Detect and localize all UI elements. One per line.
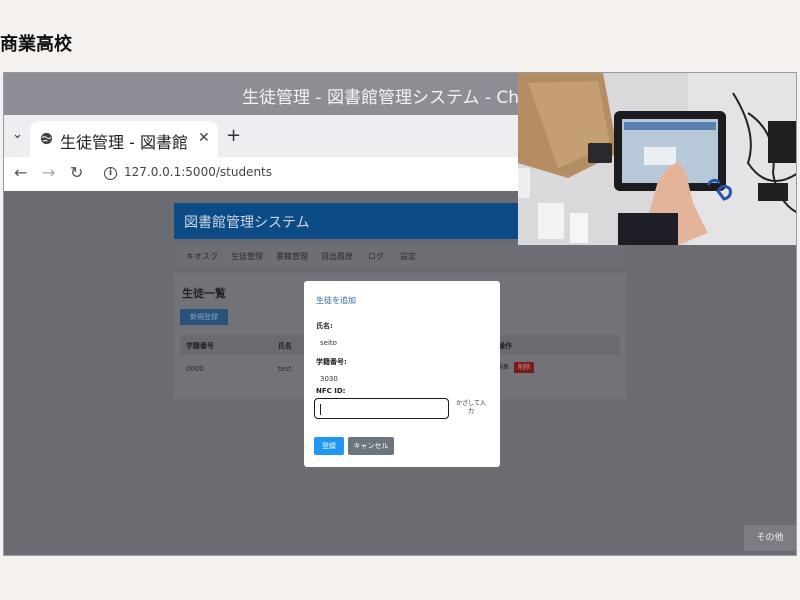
tab-title: 生徒管理 - 図書館 bbox=[60, 133, 188, 152]
app-nav: キオスク 生徒管理 書籍管理 貸出履歴 ログ 設定 bbox=[174, 245, 626, 267]
browser-tab-active[interactable]: 生徒管理 - 図書館 ✕ bbox=[30, 121, 218, 157]
app-title: 図書館管理システム bbox=[184, 215, 310, 231]
nav-item-logs[interactable]: ログ bbox=[368, 251, 384, 262]
nav-item-books[interactable]: 書籍管理 bbox=[276, 251, 308, 262]
tab-search-chevron-icon[interactable]: ⌄ bbox=[12, 127, 23, 142]
nav-item-loans[interactable]: 貸出履歴 bbox=[321, 251, 353, 262]
add-student-modal: 生徒を追加 氏名: seito 学籍番号: 3030 NFC ID: かざして入… bbox=[304, 281, 500, 467]
cancel-button[interactable]: キャンセル bbox=[348, 437, 394, 455]
window-title: 生徒管理 - 図書館管理システム - Chro bbox=[242, 88, 537, 108]
back-arrow-icon[interactable]: ← bbox=[14, 163, 27, 182]
page-title: 生徒一覧 bbox=[182, 287, 226, 300]
camera-inset bbox=[518, 73, 796, 245]
window-title-bar: 生徒管理 - 図書館管理システム - Chro bbox=[4, 73, 536, 115]
modal-title: 生徒を追加 bbox=[316, 296, 356, 305]
column-header-actions: 操作 bbox=[498, 342, 512, 350]
other-button[interactable]: その他 bbox=[744, 525, 796, 551]
address-bar: ← → ↻ i 127.0.0.1:5000/students bbox=[4, 157, 518, 191]
name-field[interactable]: seito bbox=[320, 339, 337, 347]
camera-photo bbox=[518, 73, 796, 245]
reload-icon[interactable]: ↻ bbox=[70, 163, 83, 182]
submit-button[interactable]: 登録 bbox=[314, 437, 344, 455]
nav-item-students[interactable]: 生徒管理 bbox=[231, 251, 263, 262]
nfc-id-input[interactable] bbox=[314, 398, 449, 419]
forward-arrow-icon[interactable]: → bbox=[42, 163, 55, 182]
text-caret bbox=[320, 404, 321, 415]
row-student-id: 0000 bbox=[186, 365, 204, 373]
name-label: 氏名: bbox=[316, 322, 333, 330]
register-student-button[interactable]: 新規登録 bbox=[180, 309, 228, 325]
column-header-id: 学籍番号 bbox=[186, 342, 214, 350]
new-tab-icon[interactable]: + bbox=[226, 125, 241, 146]
globe-icon bbox=[40, 132, 53, 145]
delete-button[interactable]: 削除 bbox=[514, 362, 534, 373]
column-header-name: 氏名 bbox=[278, 342, 292, 350]
tap-to-input-button[interactable]: かざして入力 bbox=[454, 400, 488, 416]
screen-recording-frame: 生徒管理 - 図書館管理システム - Chro ⌄ 生徒管理 - 図書館 ✕ +… bbox=[3, 72, 797, 556]
row-student-name: test bbox=[278, 365, 292, 373]
nfc-id-label: NFC ID: bbox=[316, 387, 346, 395]
slide-title: 商業高校 bbox=[0, 34, 72, 55]
nav-item-settings[interactable]: 設定 bbox=[400, 251, 416, 262]
site-info-icon[interactable]: i bbox=[104, 167, 117, 180]
student-id-label: 学籍番号: bbox=[316, 358, 347, 366]
close-tab-icon[interactable]: ✕ bbox=[198, 130, 210, 146]
url-field[interactable]: 127.0.0.1:5000/students bbox=[124, 165, 272, 179]
tab-strip: ⌄ 生徒管理 - 図書館 ✕ + bbox=[4, 115, 518, 157]
student-id-field[interactable]: 3030 bbox=[320, 375, 338, 383]
nav-item-kiosk[interactable]: キオスク bbox=[186, 251, 218, 262]
